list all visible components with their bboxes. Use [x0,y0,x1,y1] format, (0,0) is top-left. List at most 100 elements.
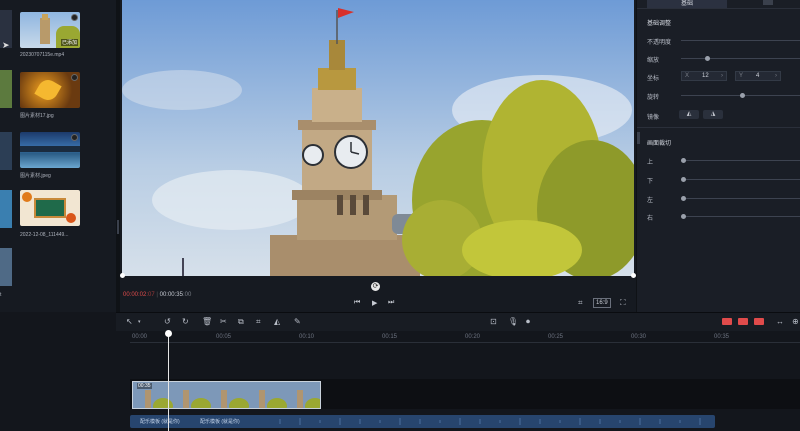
crop-left-knob[interactable] [681,196,686,201]
media-item-label: 图片素材.jpeg [20,173,51,179]
current-time: 00:00:02 [123,292,147,298]
delete-icon[interactable]: 🗑 [202,317,212,326]
crop-top-slider[interactable] [683,160,800,161]
rotate-handle-icon[interactable]: ⟳ [371,282,380,291]
properties-panel: 基础 基础调整 不透明度 缩放 坐标 X 12 › Y 4 › 旋转 镜像 ◭ … [636,0,800,312]
add-icon[interactable] [71,14,78,21]
crop-tool-icon[interactable]: ⌗ [256,317,261,327]
tab-basic[interactable]: 基础 [647,0,727,8]
media-item-image[interactable] [20,190,80,226]
crop-bottom-label: 下 [647,179,654,185]
current-frame: 07 [148,292,155,298]
timeline-ruler[interactable]: 00:00 00:05 00:10 00:15 00:20 00:25 00:3… [116,331,800,345]
select-tool-icon[interactable]: ↖ [126,317,133,326]
media-thumb-partial[interactable] [0,190,12,228]
add-icon[interactable] [71,134,78,141]
video-clip[interactable]: 00:35 [132,381,321,409]
scale-slider[interactable] [681,58,800,59]
media-item-label: 2022-12-08_111449... [20,232,69,238]
rotate-slider-knob[interactable] [740,93,745,98]
media-thumb-partial[interactable] [0,132,12,170]
resize-handle[interactable] [120,273,125,278]
playhead[interactable] [168,331,169,431]
total-frame: 00 [184,292,192,298]
aspect-ratio-button[interactable]: 16:9 [593,298,611,308]
media-item-video[interactable]: 已添加 [20,12,80,48]
redo-icon[interactable]: ↻ [182,317,189,326]
track-red-icon[interactable] [754,318,764,325]
audio-track[interactable]: 配乐模板 (就是你) 配乐模板 (就是你) [130,415,715,428]
media-item-image[interactable] [20,72,80,108]
play-icon[interactable]: ▶ [372,299,377,307]
section-crop-title: 画面裁切 [647,141,672,147]
next-frame-icon[interactable]: ⏭ [388,299,394,307]
microphone-icon[interactable]: 🎙 [508,317,518,326]
ruler-label: 00:00 [132,334,148,340]
position-y-input[interactable]: Y 4 › [735,71,781,81]
split-icon[interactable]: ✂ [220,317,227,326]
preview-image [122,0,634,276]
crop-bottom-knob[interactable] [681,177,686,182]
cursor-icon: ➤ [2,40,10,50]
clip-duration-label: 00:35 [137,383,152,389]
media-thumb-partial[interactable] [0,70,12,108]
crop-top-label: 上 [647,160,654,166]
crop-left-slider[interactable] [683,198,800,199]
mirror-vertical-button[interactable]: ◮ [703,110,723,119]
prev-frame-icon[interactable]: ⏮ [354,299,360,307]
zoom-icon[interactable]: ⊕ [792,317,799,326]
ruler-label: 00:15 [382,334,398,340]
time-display: 00:00:02:07 | 00:00:35:00 [123,292,192,298]
preview-panel: ⟳ 00:00:02:07 | 00:00:35:00 ⏮ ▶ ⏭ ⌗ 16:9… [120,0,636,312]
crop-icon[interactable]: ⌗ [578,298,583,308]
track-red-icon[interactable] [738,318,748,325]
mirror-tool-icon[interactable]: ◭ [274,317,280,326]
pen-icon[interactable]: ✎ [294,317,301,326]
fit-icon[interactable]: ↔ [776,317,784,326]
media-library-panel: ➤ t 已添加 20230707115e.mp4 图片素材17.jpg 图片素材… [0,0,116,312]
section-basic-title: 基础调整 [647,21,672,27]
media-item-image[interactable] [20,132,80,168]
tab-other[interactable] [763,0,773,5]
crop-top-knob[interactable] [681,158,686,163]
scale-label: 缩放 [647,58,660,64]
add-icon[interactable] [71,74,78,81]
ruler-label: 00:35 [714,334,730,340]
media-item-label: 图片素材17.jpg [20,113,54,119]
audio-clip-label: 配乐模板 (就是你) [140,419,180,425]
added-badge: 已添加 [60,39,78,46]
timeline-toolbar: ↖ ▾ ↺ ↻ 🗑 ✂ ⧉ ⌗ ◭ ✎ ⊡ 🎙 ⏺ ↔ ⊕ [116,313,800,331]
screen-record-icon[interactable]: ⊡ [490,317,497,326]
crop-right-knob[interactable] [681,214,686,219]
freeze-frame-icon[interactable]: ⧉ [238,317,244,327]
position-label: 坐标 [647,76,660,82]
undo-icon[interactable]: ↺ [164,317,171,326]
timeline-panel: ↖ ▾ ↺ ↻ 🗑 ✂ ⧉ ⌗ ◭ ✎ ⊡ 🎙 ⏺ ↔ ⊕ 00:00 00:0… [116,312,800,431]
crop-left-label: 左 [647,198,654,204]
scale-slider-knob[interactable] [705,56,710,61]
opacity-label: 不透明度 [647,40,672,46]
crop-right-slider[interactable] [683,216,800,217]
fullscreen-icon[interactable]: ⛶ [620,298,626,308]
clip-thumbnails [133,382,320,408]
ruler-label: 00:20 [465,334,481,340]
opacity-slider[interactable] [681,40,800,41]
rotate-label: 旋转 [647,95,660,101]
media-column-left: ➤ t [0,0,14,312]
total-time: 00:00:35 [159,292,183,298]
crop-right-label: 右 [647,216,654,222]
audio-clip-label: 配乐模板 (就是你) [200,419,240,425]
media-thumb-partial[interactable] [0,248,12,286]
media-item-label: 20230707115e.mp4 [20,52,65,58]
mirror-label: 镜像 [647,115,660,121]
ruler-label: 00:10 [299,334,315,340]
panel-resize-grip[interactable] [637,132,640,144]
playhead-handle[interactable] [165,330,172,337]
position-x-input[interactable]: X 12 › [681,71,727,81]
camera-icon[interactable]: ⏺ [526,317,530,327]
track-red-icon[interactable] [722,318,732,325]
crop-bottom-slider[interactable] [683,179,800,180]
video-preview[interactable] [122,0,634,276]
chevron-down-icon[interactable]: ▾ [138,319,141,325]
mirror-horizontal-button[interactable]: ◭ [679,110,699,119]
